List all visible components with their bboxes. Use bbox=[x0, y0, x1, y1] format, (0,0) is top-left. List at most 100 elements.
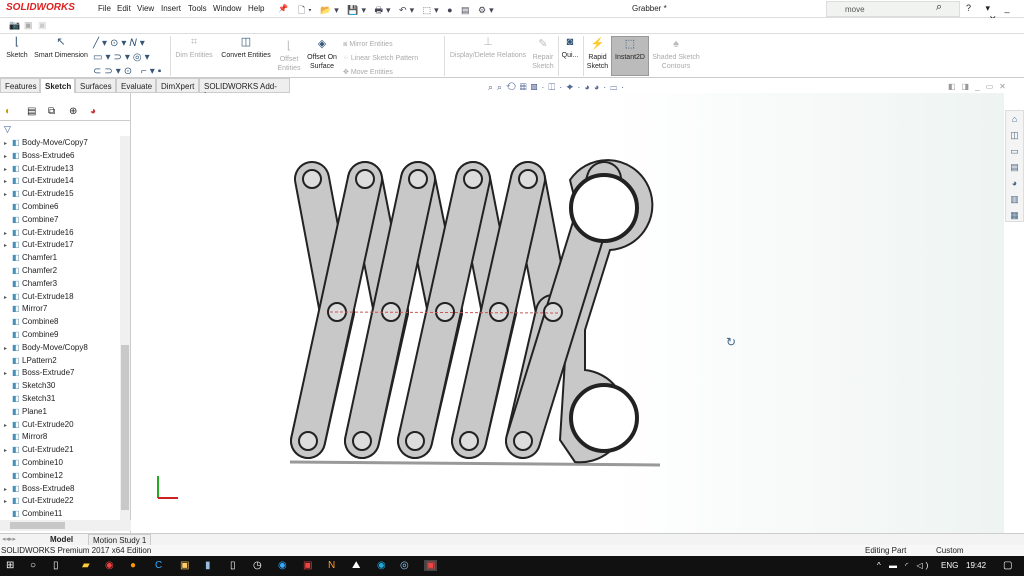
dimxpert-tab-icon[interactable]: ⊕ bbox=[69, 106, 77, 117]
units-selector[interactable]: Custom bbox=[936, 546, 964, 555]
property-manager-tab-icon[interactable]: ▤ bbox=[27, 106, 36, 117]
tree-item[interactable]: ▸ ◧ Cut-Extrude13 bbox=[4, 164, 74, 176]
offset-on-surface-button[interactable]: ◈ Offset On Surface bbox=[304, 39, 340, 71]
tab-dimxpert[interactable]: DimXpert bbox=[156, 78, 199, 93]
tab-model[interactable]: Model bbox=[50, 535, 73, 544]
tree-item[interactable]: ◧ Mirror8 bbox=[4, 432, 47, 444]
expand-arrow-icon[interactable]: ▸ bbox=[4, 447, 12, 454]
tree-item[interactable]: ◧ Combine8 bbox=[4, 317, 58, 329]
menu-view[interactable]: View bbox=[137, 4, 154, 13]
tree-item[interactable]: ◧ Plane1 bbox=[4, 407, 47, 419]
heads-up-view-toolbar[interactable]: ⌕⌕⟲▦▩·◫·✦·◕◕·▭· bbox=[488, 82, 628, 93]
app-icon[interactable]: ▣ bbox=[303, 560, 312, 571]
menu-edit[interactable]: Edit bbox=[117, 4, 131, 13]
app-icon[interactable]: ⛰ bbox=[352, 560, 360, 571]
tree-item[interactable]: ▸ ◧ Cut-Extrude21 bbox=[4, 445, 74, 457]
expand-arrow-icon[interactable]: ▸ bbox=[4, 166, 12, 173]
tree-item[interactable]: ▸ ◧ Cut-Extrude20 bbox=[4, 420, 74, 432]
tree-item[interactable]: ◧ Combine9 bbox=[4, 330, 58, 342]
tree-item[interactable]: ▸ ◧ Body-Move/Copy8 bbox=[4, 343, 88, 355]
tree-item[interactable]: ◧ Chamfer1 bbox=[4, 253, 57, 265]
sketch-button[interactable]: ⌊ Sketch bbox=[4, 37, 30, 60]
app-icon[interactable]: ● bbox=[130, 560, 136, 571]
app-icon[interactable]: ▣ bbox=[180, 560, 189, 571]
tree-item[interactable]: ▸ ◧ Cut-Extrude14 bbox=[4, 176, 74, 188]
graphics-area[interactable]: ↻ bbox=[132, 93, 1004, 533]
menu-help[interactable]: Help bbox=[248, 4, 264, 13]
app-icon[interactable]: ◷ bbox=[253, 560, 262, 571]
skype-icon[interactable]: ◉ bbox=[377, 560, 386, 571]
search-icon[interactable]: ⌕ bbox=[936, 1, 942, 14]
tab-addins[interactable]: SOLIDWORKS Add-Ins bbox=[199, 78, 290, 100]
sketch-entities-tools[interactable]: ╱▾⊙▾𝑁▾ ▭▾⊃▾◎▾ ⊂⊃▾⊙ ⌐▾▪ bbox=[93, 37, 164, 79]
tree-item[interactable]: ▸ ◧ Cut-Extrude22 bbox=[4, 496, 74, 508]
tree-item[interactable]: ▸ ◧ Boss-Extrude7 bbox=[4, 368, 74, 380]
task-pane-tabs[interactable]: ⌂ ◫ ▭ ▤ ◕ ▥ ▦ bbox=[1005, 110, 1024, 222]
app-icon[interactable]: ▮ bbox=[205, 560, 211, 571]
tab-surfaces[interactable]: Surfaces bbox=[75, 78, 116, 93]
solidworks-taskbar-icon[interactable]: ▣ bbox=[424, 560, 438, 571]
app-icon[interactable]: ◎ bbox=[400, 560, 409, 571]
explorer-icon[interactable]: ▰ bbox=[82, 560, 90, 571]
tree-item[interactable]: ◧ Sketch30 bbox=[4, 381, 55, 393]
filter-icon[interactable]: ▽ bbox=[4, 124, 11, 135]
move-entities-button[interactable]: ✥ Move Entities bbox=[343, 66, 418, 80]
clock[interactable]: 19:42 bbox=[966, 561, 986, 570]
dim-entities-button[interactable]: ⌗ Dim Entities bbox=[173, 37, 215, 60]
tree-item[interactable]: ◧ Sketch31 bbox=[4, 394, 55, 406]
expand-arrow-icon[interactable]: ▸ bbox=[4, 230, 12, 237]
expand-arrow-icon[interactable]: ▸ bbox=[4, 178, 12, 185]
instant2d-label-group[interactable]: ⬚ Instant2D bbox=[612, 39, 648, 62]
tree-item[interactable]: ▸ ◧ Body-Move/Copy7 bbox=[4, 138, 88, 150]
viewport-controls[interactable]: ◧◨_▭✕ bbox=[948, 82, 1012, 91]
shaded-sketch-contours-button[interactable]: ♠ Shaded Sketch Contours bbox=[650, 39, 702, 71]
tab-sketch[interactable]: Sketch bbox=[40, 78, 75, 93]
tab-features[interactable]: Features bbox=[0, 78, 40, 93]
toolbar-icon[interactable]: ▣ bbox=[24, 20, 33, 31]
smart-dimension-button[interactable]: ↖ Smart Dimension bbox=[32, 37, 90, 60]
expand-arrow-icon[interactable]: ▸ bbox=[4, 140, 12, 147]
expand-arrow-icon[interactable]: ▸ bbox=[4, 242, 12, 249]
app-n-icon[interactable]: N bbox=[328, 560, 335, 571]
tree-item[interactable]: ▸ ◧ Cut-Extrude17 bbox=[4, 240, 74, 252]
expand-arrow-icon[interactable]: ▸ bbox=[4, 370, 12, 377]
convert-entities-button[interactable]: ◫ Convert Entities bbox=[218, 37, 274, 60]
expand-arrow-icon[interactable]: ▸ bbox=[4, 498, 12, 505]
tree-item[interactable]: ▸ ◧ Cut-Extrude18 bbox=[4, 292, 74, 304]
pin-icon[interactable]: 📌 bbox=[278, 4, 288, 13]
repair-sketch-button[interactable]: ✎ Repair Sketch bbox=[530, 39, 556, 71]
quick-access-toolbar[interactable]: 🗋▾ 📂▾ 💾▾ 🖶▾ ↶▾ ⬚▾ ● ▤ ⚙▾ bbox=[298, 3, 497, 19]
expand-arrow-icon[interactable]: ▸ bbox=[4, 294, 12, 301]
start-icon[interactable]: ⊞ bbox=[6, 560, 14, 571]
tree-item[interactable]: ◧ Combine7 bbox=[4, 215, 58, 227]
mirror-entities-button[interactable]: ⧈ Mirror Entities bbox=[343, 38, 418, 52]
tree-item[interactable]: ◧ Combine6 bbox=[4, 202, 58, 214]
quick-snaps-button[interactable]: ◙ Qui... bbox=[560, 37, 580, 60]
linear-sketch-pattern-button[interactable]: ⁘ Linear Sketch Pattern bbox=[343, 52, 418, 66]
configuration-manager-tab-icon[interactable]: ⧉ bbox=[48, 106, 55, 117]
expand-arrow-icon[interactable]: ▸ bbox=[4, 422, 12, 429]
calculator-icon[interactable]: ▯ bbox=[230, 560, 236, 571]
tree-hscroll-thumb[interactable] bbox=[10, 522, 65, 529]
tree-item[interactable]: ▸ ◧ Cut-Extrude15 bbox=[4, 189, 74, 201]
tree-item[interactable]: ◧ Mirror7 bbox=[4, 304, 47, 316]
tab-scroll-arrows[interactable]: ◂◂▸▸ bbox=[2, 535, 16, 543]
app-icon[interactable]: ◉ bbox=[278, 560, 287, 571]
menu-insert[interactable]: Insert bbox=[161, 4, 181, 13]
tree-item[interactable]: ◧ Chamfer3 bbox=[4, 279, 57, 291]
solidworks-logo[interactable]: SOLIDWORKS bbox=[6, 2, 75, 13]
tree-scroll-thumb[interactable] bbox=[121, 345, 129, 510]
tab-evaluate[interactable]: Evaluate bbox=[116, 78, 156, 93]
menu-window[interactable]: Window bbox=[213, 4, 241, 13]
tree-item[interactable]: ▸ ◧ Boss-Extrude6 bbox=[4, 151, 74, 163]
task-view-icon[interactable]: ▯ bbox=[53, 560, 59, 571]
expand-arrow-icon[interactable]: ▸ bbox=[4, 153, 12, 160]
rapid-sketch-button[interactable]: ⚡ Rapid Sketch bbox=[585, 39, 610, 71]
chrome-icon[interactable]: ◉ bbox=[105, 560, 114, 571]
expand-arrow-icon[interactable]: ▸ bbox=[4, 486, 12, 493]
display-manager-tab-icon[interactable]: ◕ bbox=[90, 106, 96, 117]
menu-file[interactable]: File bbox=[98, 4, 111, 13]
menu-tools[interactable]: Tools bbox=[188, 4, 207, 13]
feature-manager-tab-icon[interactable]: ◐ bbox=[5, 106, 11, 117]
language-indicator[interactable]: ENG bbox=[941, 561, 958, 570]
